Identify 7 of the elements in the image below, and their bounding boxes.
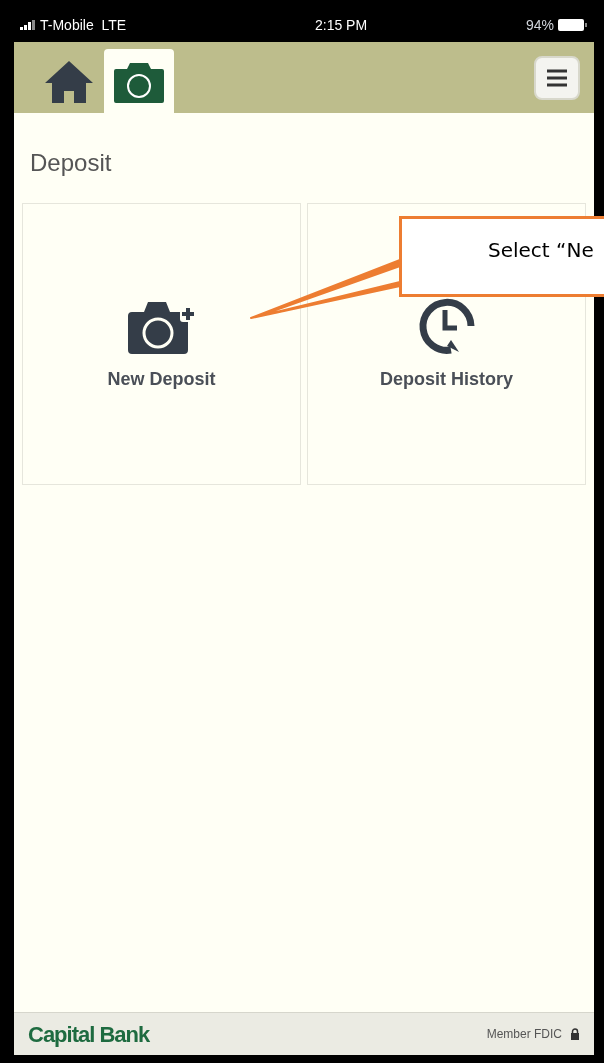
bank-logo: Capital Bank xyxy=(28,1020,150,1049)
carrier-text: T-Mobile LTE xyxy=(40,15,127,35)
clock-time: 2:15 PM xyxy=(314,15,368,35)
battery-percent: 94% xyxy=(525,15,554,35)
fdic-text: Member FDIC xyxy=(486,1026,562,1043)
deposit-tile[interactable]: New Deposit xyxy=(22,203,301,485)
page-title: Deposit xyxy=(30,148,112,178)
